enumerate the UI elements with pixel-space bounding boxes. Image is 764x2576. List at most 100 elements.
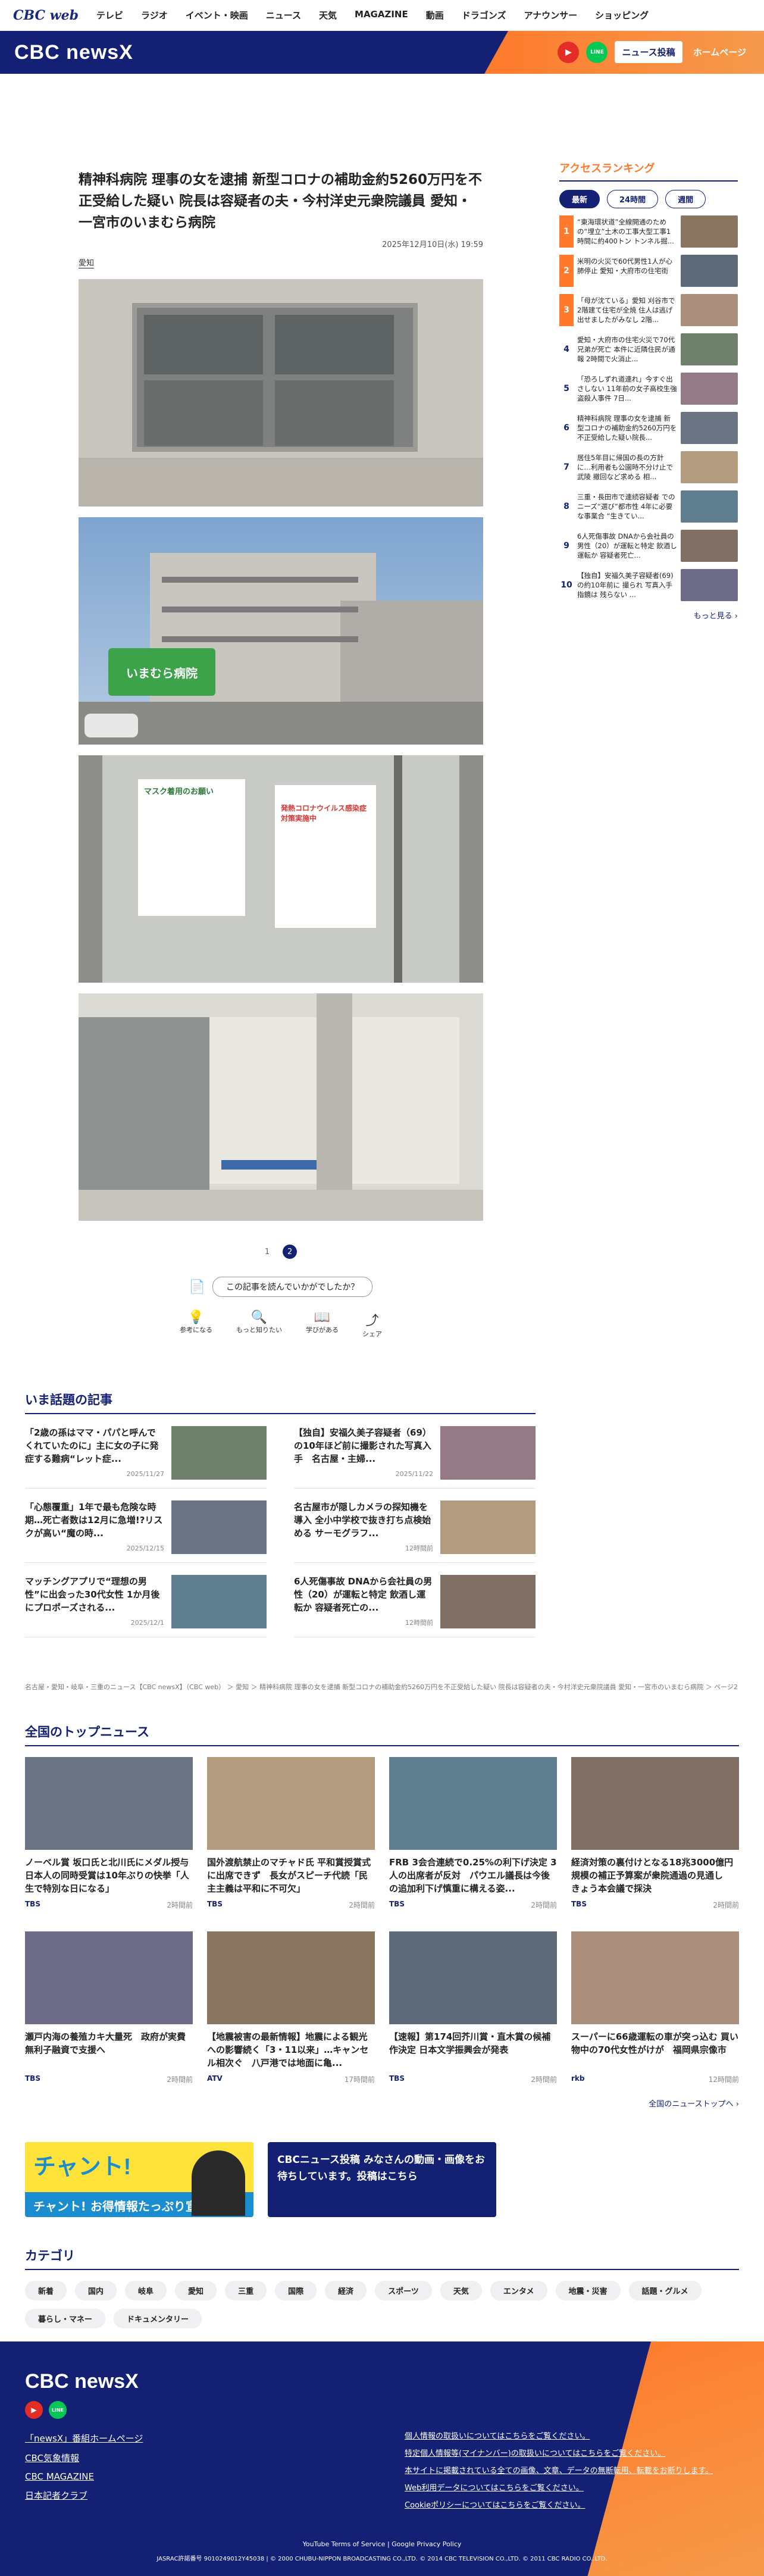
top-news-title: 【地震被害の最新情報】地震による観光への影響続く「3・11以来」…キャンセル相次… bbox=[207, 2031, 369, 2068]
ranking-item[interactable]: 8 三重・長田市で連続容疑者 でのニーズ“選び”都市性 4年に必要な事業合 “生き… bbox=[559, 490, 738, 523]
ranking-thumbnail bbox=[681, 255, 738, 287]
category-chip[interactable]: 三重 bbox=[225, 2281, 267, 2300]
trending-item-title: 【独自】安福久美子容疑者（69）の10年ほど前に撮影された写真入手 名古屋・主婦… bbox=[294, 1427, 431, 1464]
magnifier-icon: 🔍 bbox=[251, 1310, 268, 1325]
top-news-item[interactable]: FRB 3会合連続で0.25%の利下げ決定 3人の出席者が反対 パウエル議長は今… bbox=[389, 1757, 557, 1910]
mask-notice: マスク着用のお願い bbox=[138, 779, 245, 916]
top-news-title: FRB 3会合連続で0.25%の利下げ決定 3人の出席者が反対 パウエル議長は今… bbox=[389, 1857, 557, 1894]
policy-privacy[interactable]: 個人情報の取扱いについてはこちらをご覧ください。 bbox=[405, 2430, 713, 2441]
hospital-sign: いまむら病院 bbox=[108, 648, 215, 696]
category-chip[interactable]: 地震・災害 bbox=[555, 2281, 621, 2300]
nav-item-magazine[interactable]: MAGAZINE bbox=[355, 9, 408, 21]
ranking-item[interactable]: 2 米明の火災で60代男性1人が心肺停止 愛知・大府市の住宅街 bbox=[559, 255, 738, 287]
news-post-button[interactable]: ニュース投稿 bbox=[615, 41, 682, 63]
all-news-link[interactable]: 全国のニューストップへ › bbox=[25, 2097, 739, 2109]
ranking-item[interactable]: 3 「母が沈ている」愛知 刈谷市で2階建て住宅が全焼 住人は逃げ出せましたがみなし… bbox=[559, 294, 738, 326]
news-source: ATV bbox=[207, 2074, 223, 2083]
ranking-number: 3 bbox=[559, 294, 574, 326]
trending-item[interactable]: 6人死傷事故 DNAから会社員の男性（20）が運転と特定 飲酒し運転か 容疑者死… bbox=[294, 1563, 536, 1637]
ranking-number: 6 bbox=[563, 423, 569, 433]
ranking-item[interactable]: 5 「恐ろしずれ道連れ」今すぐ出さしない 11年前の女子高校生強盗殺人事件 7日.… bbox=[559, 373, 738, 405]
category-chip[interactable]: 愛知 bbox=[175, 2281, 217, 2300]
homepage-button[interactable]: ホームページ bbox=[690, 41, 750, 63]
chant-banner[interactable]: チャント! チャント! お得情報たっぷり宣言 bbox=[25, 2142, 253, 2217]
news-source: TBS bbox=[389, 1900, 405, 1908]
ranking-item[interactable]: 6 精神科病院 理事の女を逮捕 新型コロナの補助金約5260万円を不正受給した疑い… bbox=[559, 412, 738, 444]
policy-copyright[interactable]: 本サイトに掲載されている全ての画像、文章、データの無断転用、転載をお断りします。 bbox=[405, 2464, 713, 2475]
access-ranking: アクセスランキング 最新 24時間 週間 1 “東海環状道”全線開通のための“埋立… bbox=[559, 160, 738, 621]
nav-item-tv[interactable]: テレビ bbox=[96, 9, 123, 21]
top-news-item[interactable]: 【速報】第174回芥川賞・直木賞の候補作決定 日本文学振興会が発表 TBS 2時間前 bbox=[389, 1931, 557, 2084]
trending-item[interactable]: 「心態覆重」1年で最も危険な時期…死亡者数は12月に急増!?リスクが高い“魔の時… bbox=[25, 1489, 267, 1563]
nav-item-dragons[interactable]: ドラゴンズ bbox=[462, 9, 506, 21]
top-news-item[interactable]: スーパーに66歳運転の車が突っ込む 買い物中の70代女性がけが 福岡県宗像市 rk… bbox=[571, 1931, 739, 2084]
footer-youtube-icon[interactable]: ▶ bbox=[25, 2401, 43, 2419]
category-chip[interactable]: スポーツ bbox=[375, 2281, 432, 2300]
top-news-item[interactable]: ノーベル賞 坂口氏と北川氏にメダル授与 日本人の同時受賞は10年ぶりの快挙「人生… bbox=[25, 1757, 193, 1910]
footer-line-icon[interactable]: LINE bbox=[49, 2401, 67, 2419]
ranking-item[interactable]: 4 愛知・大府市の住宅火災で70代兄弟が死亡 本件に近隣住民が通報 2時間で火消止… bbox=[559, 333, 738, 365]
top-news-thumbnail bbox=[207, 1757, 375, 1850]
trending-item[interactable]: マッチングアプリで“理想の男性”に出会った30代女性 1か月後にプロポーズされる… bbox=[25, 1563, 267, 1637]
category-chip[interactable]: 国内 bbox=[75, 2281, 117, 2300]
trending-item[interactable]: 「2歳の孫はママ・パパと呼んでくれていたのに」主に女の子に発症する難病“レット症… bbox=[25, 1414, 267, 1489]
category-chip[interactable]: 経済 bbox=[325, 2281, 367, 2300]
footer-logo[interactable]: CBC newsX bbox=[25, 2370, 139, 2393]
share-button[interactable]: ⤴ シェア bbox=[362, 1310, 382, 1339]
nav-item-video[interactable]: 動画 bbox=[426, 9, 444, 21]
top-news-item[interactable]: 瀬戸内海の養殖カキ大量死 政府が実費無利子融資で支援へ TBS 2時間前 bbox=[25, 1931, 193, 2084]
article-title: 精神科病院 理事の女を逮捕 新型コロナの補助金約5260万円を不正受給した疑い … bbox=[79, 172, 483, 230]
page-1-link[interactable]: 1 bbox=[265, 1248, 270, 1256]
nav-item-weather[interactable]: 天気 bbox=[319, 9, 337, 21]
nav-item-announcer[interactable]: アナウンサー bbox=[524, 9, 577, 21]
policy-cookie[interactable]: Cookieポリシーについてはこちらをご覧ください。 bbox=[405, 2499, 713, 2510]
top-news-thumbnail bbox=[571, 1931, 739, 2024]
top-news-item[interactable]: 経済対策の裏付けとなる18兆3000億円規模の補正予算案が衆院通過の見通し きょ… bbox=[571, 1757, 739, 1910]
ranking-item[interactable]: 10 【独自】安福久美子容疑者(69)の約10年前に 撮られ 写真入手 指鏡は 残… bbox=[559, 569, 738, 601]
category-chip[interactable]: 岐阜 bbox=[125, 2281, 167, 2300]
policy-mynumber[interactable]: 特定個人情報等(マイナンバー)の取扱いについてはこちらをご覧ください。 bbox=[405, 2447, 713, 2458]
category-chip[interactable]: 天気 bbox=[440, 2281, 482, 2300]
category-chip[interactable]: ドキュメンタリー bbox=[114, 2309, 202, 2328]
reaction-more-button[interactable]: 🔍 もっと知りたい bbox=[236, 1310, 282, 1339]
trending-item[interactable]: 名古屋市が隠しカメラの探知機を導入 全小中学校で抜き打ち点検始める サーモグラフ… bbox=[294, 1489, 536, 1563]
top-news-item[interactable]: 【地震被害の最新情報】地震による観光への影響続く「3・11以来」…キャンセル相次… bbox=[207, 1931, 375, 2084]
trending-thumbnail bbox=[171, 1575, 267, 1628]
tab-weekly[interactable]: 週間 bbox=[665, 190, 706, 208]
ranking-item[interactable]: 7 居住5年目に帰国の長の方針に…利用者も公園時不分け止で武陵 撤回など求める 相… bbox=[559, 451, 738, 483]
footer-link-magazine[interactable]: CBC MAGAZINE bbox=[25, 2471, 143, 2482]
nav-item-event[interactable]: イベント・映画 bbox=[186, 9, 248, 21]
news-time: 2時間前 bbox=[167, 1901, 193, 1909]
news-post-banner[interactable]: CBCニュース投稿 みなさんの動画・画像をお待ちしています。投稿はこちら bbox=[268, 2142, 496, 2217]
category-chip[interactable]: 話題・グルメ bbox=[628, 2281, 702, 2300]
ranking-item[interactable]: 9 6人死傷事故 DNAから会社員の男性（20）が運転と特定 飲酒し運転か 容疑者… bbox=[559, 530, 738, 562]
cbc-web-logo[interactable]: CBC web bbox=[13, 8, 79, 23]
policy-webdata[interactable]: Web利用データについてはこちらをご覧ください。 bbox=[405, 2481, 713, 2493]
nav-item-radio[interactable]: ラジオ bbox=[141, 9, 168, 21]
youtube-icon[interactable]: ▶ bbox=[558, 41, 580, 63]
footer-link-program[interactable]: 「newsX」番組ホームページ bbox=[25, 2432, 143, 2444]
category-chip[interactable]: 新着 bbox=[25, 2281, 67, 2300]
reaction-helpful-button[interactable]: 💡 参考になる bbox=[180, 1310, 212, 1339]
top-news-item[interactable]: 国外渡航禁止のマチャド氏 平和賞授賞式に出席できず 長女がスピーチ代読「民主主義… bbox=[207, 1757, 375, 1910]
footer-link-press[interactable]: 日本記者クラブ bbox=[25, 2489, 143, 2502]
breadcrumb[interactable]: 名古屋・愛知・岐阜・三重のニュース【CBC newsX】（CBC web） ＞ … bbox=[25, 1682, 739, 1693]
ranking-item-title: 精神科病院 理事の女を逮捕 新型コロナの補助金約5260万円を不正受給した疑い院… bbox=[577, 414, 677, 442]
ranking-more-link[interactable]: もっと見る › bbox=[559, 609, 738, 621]
nav-item-shopping[interactable]: ショッピング bbox=[595, 9, 649, 21]
footer-link-weather[interactable]: CBC気象情報 bbox=[25, 2452, 143, 2464]
category-chip[interactable]: エンタメ bbox=[490, 2281, 547, 2300]
tab-24h[interactable]: 24時間 bbox=[607, 190, 659, 208]
trending-item[interactable]: 【独自】安福久美子容疑者（69）の10年ほど前に撮影された写真入手 名古屋・主婦… bbox=[294, 1414, 536, 1489]
nav-item-news[interactable]: ニュース bbox=[266, 9, 301, 21]
reaction-learn-button[interactable]: 📖 学びがある bbox=[306, 1310, 339, 1339]
line-icon[interactable]: LINE bbox=[586, 41, 608, 63]
ranking-item[interactable]: 1 “東海環状道”全線開通のための“埋立”土木の工事大型工事1時間に約400トン … bbox=[559, 215, 738, 248]
tab-latest[interactable]: 最新 bbox=[559, 190, 600, 208]
terms-links[interactable]: YouTube Terms of Service | Google Privac… bbox=[0, 2540, 764, 2548]
category-title: カテゴリ bbox=[25, 2246, 739, 2270]
category-chip[interactable]: 暮らし・マネー bbox=[25, 2309, 106, 2328]
article-tag[interactable]: 愛知 bbox=[79, 257, 95, 268]
category-chip[interactable]: 国際 bbox=[275, 2281, 317, 2300]
newsx-logo[interactable]: CBC newsX bbox=[14, 41, 133, 64]
